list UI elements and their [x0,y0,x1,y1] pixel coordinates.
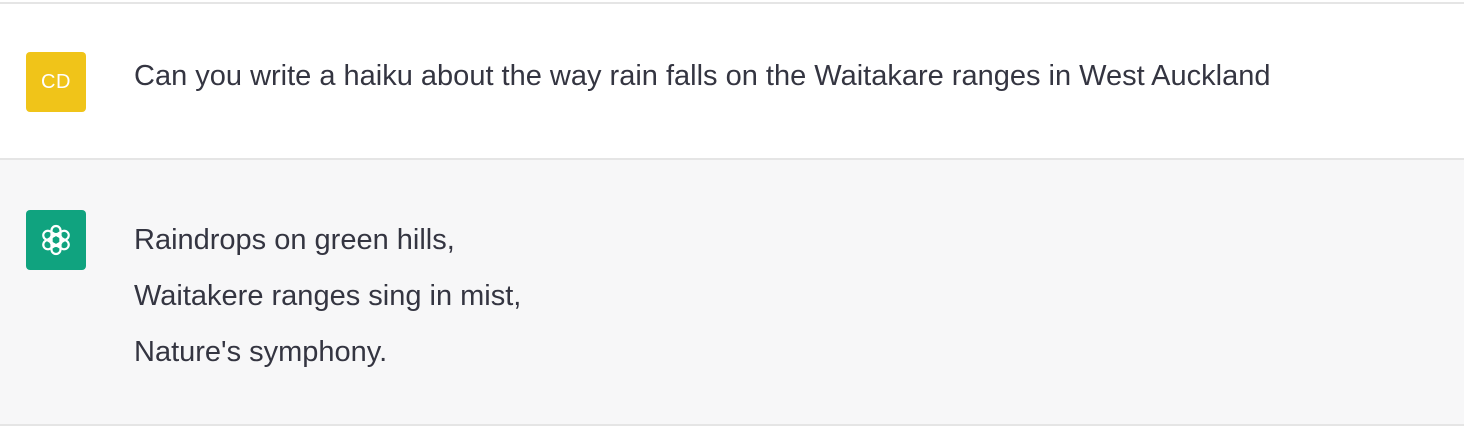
chat-conversation: CD Can you write a haiku about the way r… [0,0,1464,442]
user-avatar-initials: CD [41,70,71,93]
haiku-line-1: Raindrops on green hills, [134,224,455,256]
haiku-line-2: Waitakere ranges sing in mist, [134,280,522,312]
user-message-text: Can you write a haiku about the way rain… [134,60,1271,92]
openai-logo-icon [42,224,70,256]
user-avatar: CD [26,52,86,112]
haiku-line-3: Nature's symphony. [134,336,388,368]
assistant-message-text: Raindrops on green hills, Waitakere rang… [134,212,521,380]
assistant-message-row: Raindrops on green hills, Waitakere rang… [0,160,1464,426]
assistant-avatar [26,210,86,270]
user-message-row: CD Can you write a haiku about the way r… [0,4,1464,160]
